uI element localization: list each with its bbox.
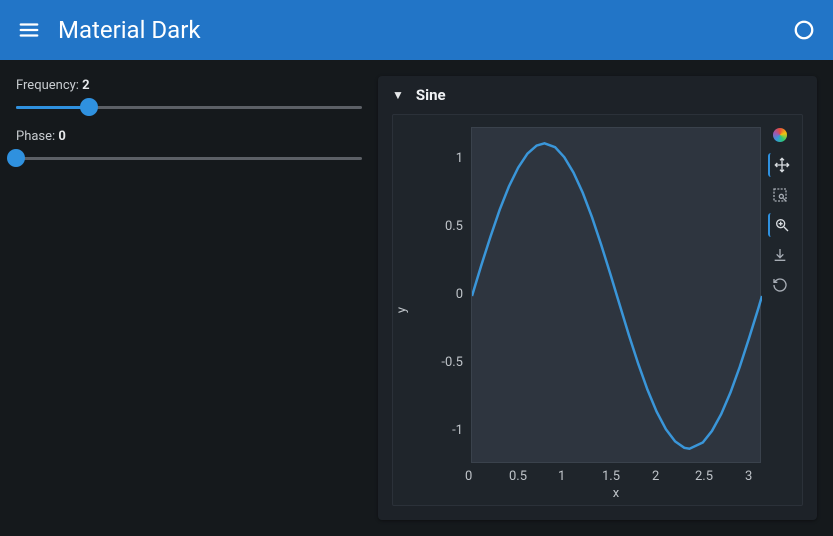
- phase-slider-group: Phase: 0: [16, 129, 362, 166]
- box-zoom-tool-icon[interactable]: [768, 183, 792, 207]
- x-tick: 2.5: [695, 469, 713, 484]
- app-bar: Material Dark: [0, 0, 833, 60]
- y-tick: 0: [433, 287, 463, 302]
- x-tick: 1.5: [602, 469, 620, 484]
- y-tick: -1: [433, 423, 463, 438]
- collapse-icon[interactable]: ▼: [392, 88, 404, 102]
- x-tick: 0: [465, 469, 472, 484]
- controls-pane: Frequency: 2 Phase: 0: [0, 60, 378, 536]
- app-title: Material Dark: [58, 16, 793, 44]
- menu-icon[interactable]: [18, 19, 40, 41]
- x-tick: 1: [558, 469, 565, 484]
- y-tick: 1: [433, 151, 463, 166]
- frequency-label: Frequency: 2: [16, 78, 362, 93]
- x-axis-label: x: [613, 486, 619, 501]
- bokeh-logo-icon[interactable]: [768, 123, 792, 147]
- wheel-zoom-tool-icon[interactable]: [768, 213, 792, 237]
- circle-icon[interactable]: [793, 19, 815, 41]
- plot-card: ▼ Sine 1 0.5 0 -0.5 -1 0 0.5 1 1: [378, 76, 817, 520]
- card-header: ▼ Sine: [378, 76, 817, 114]
- frequency-slider[interactable]: [16, 99, 362, 115]
- plot-toolbar: [766, 123, 794, 297]
- frequency-slider-group: Frequency: 2: [16, 78, 362, 115]
- phase-value: 0: [58, 129, 65, 144]
- reset-tool-icon[interactable]: [768, 273, 792, 297]
- y-tick: 0.5: [433, 219, 463, 234]
- pan-tool-icon[interactable]: [768, 153, 792, 177]
- plot-canvas[interactable]: [471, 127, 761, 463]
- x-tick: 3: [745, 469, 752, 484]
- x-tick: 2: [652, 469, 659, 484]
- frequency-value: 2: [82, 78, 89, 93]
- save-tool-icon[interactable]: [768, 243, 792, 267]
- phase-slider[interactable]: [16, 150, 362, 166]
- card-title: Sine: [416, 86, 446, 104]
- y-axis-label: y: [395, 307, 410, 313]
- phase-label: Phase: 0: [16, 129, 362, 144]
- y-tick: -0.5: [433, 355, 463, 370]
- plot-area: 1 0.5 0 -0.5 -1 0 0.5 1 1.5 2 2.5 3 y x: [392, 114, 803, 506]
- x-tick: 0.5: [509, 469, 527, 484]
